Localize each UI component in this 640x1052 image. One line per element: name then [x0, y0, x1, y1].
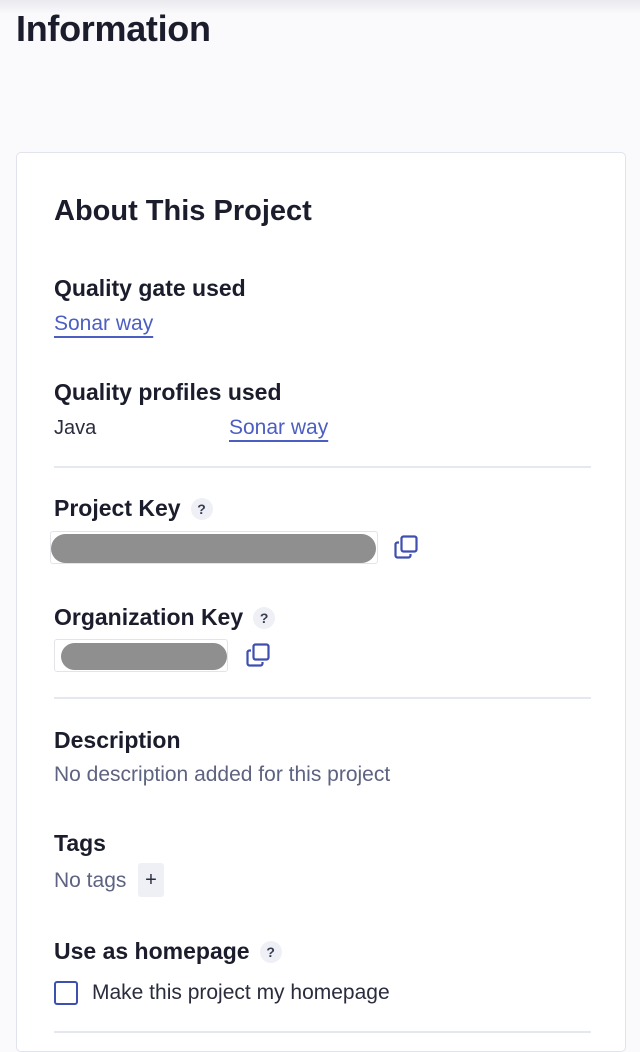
homepage-checkbox[interactable]	[54, 981, 78, 1005]
copy-icon	[246, 643, 270, 667]
divider	[54, 1031, 591, 1033]
organization-key-label: Organization Key ?	[54, 604, 276, 631]
description-value: No description added for this project	[54, 763, 391, 786]
project-key-field[interactable]	[50, 531, 378, 564]
quality-gate-label: Quality gate used	[54, 275, 246, 301]
copy-icon	[394, 535, 418, 559]
organization-key-help-icon[interactable]: ?	[253, 606, 276, 629]
divider	[54, 697, 591, 699]
project-key-label: Project Key ?	[54, 495, 213, 522]
tags-value: No tags	[54, 869, 127, 892]
organization-key-redacted-value	[61, 643, 227, 670]
about-project-card: About This Project Quality gate used Son…	[16, 152, 626, 1052]
homepage-checkbox-label[interactable]: Make this project my homepage	[92, 981, 390, 1005]
description-label: Description	[54, 727, 181, 753]
project-key-redacted-value	[51, 534, 376, 563]
homepage-help-icon[interactable]: ?	[259, 940, 282, 963]
quality-profile-link[interactable]: Sonar way	[229, 416, 328, 440]
tags-label: Tags	[54, 830, 106, 856]
divider	[54, 466, 591, 468]
organization-key-field[interactable]	[54, 639, 228, 672]
project-key-copy-button[interactable]	[390, 531, 422, 563]
add-tag-button[interactable]: +	[138, 863, 164, 897]
quality-gate-link[interactable]: Sonar way	[54, 312, 153, 336]
page-title: Information	[16, 8, 211, 49]
card-title: About This Project	[54, 195, 312, 227]
homepage-label: Use as homepage ?	[54, 938, 282, 965]
project-key-help-icon[interactable]: ?	[190, 497, 213, 520]
quality-profiles-label: Quality profiles used	[54, 379, 282, 405]
organization-key-copy-button[interactable]	[242, 639, 274, 671]
quality-profile-language: Java	[54, 417, 97, 439]
